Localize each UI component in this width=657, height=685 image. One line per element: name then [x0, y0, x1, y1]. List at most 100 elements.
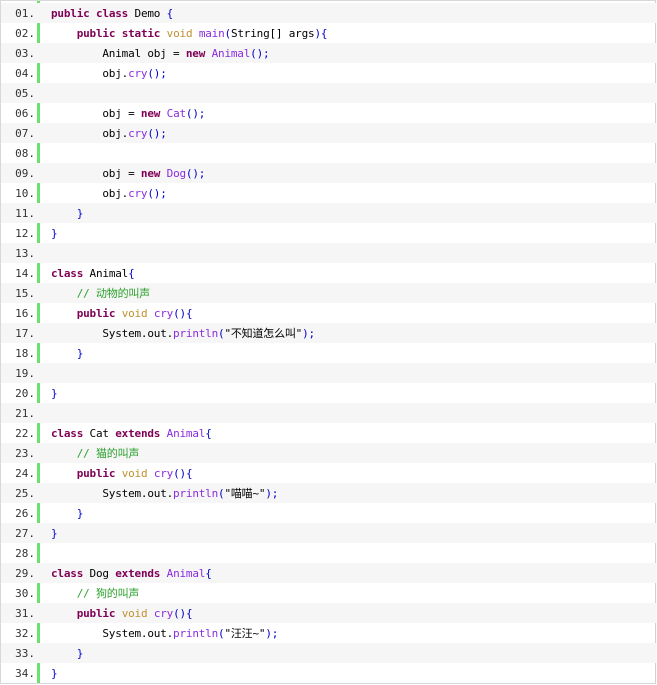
code-line: 25. System.out.println("喵喵~"); [1, 483, 656, 503]
code-token: cry [128, 186, 148, 200]
code-line: 14. class Animal{ [1, 263, 656, 283]
code-token: Animal obj = [51, 46, 186, 60]
code-token: main [198, 26, 225, 40]
code-token: } [76, 646, 84, 660]
code-token: extends [115, 566, 161, 580]
code-line: 07. obj.cry(); [1, 123, 656, 143]
code-token: class [51, 566, 84, 580]
code-line: 24. public void cry(){ [1, 463, 656, 483]
code-token: new [140, 106, 161, 120]
code-token: cry [128, 126, 148, 140]
line-number: 29. [15, 566, 35, 580]
code-line: 13. [1, 243, 656, 263]
code-line: 15. // 动物的叫声 [1, 283, 656, 303]
line-code: // 猫的叫声 [51, 445, 140, 461]
line-code: // 动物的叫声 [51, 285, 150, 301]
line-number: 33. [15, 646, 35, 660]
code-token: out. [147, 487, 174, 500]
code-line: 33. } [1, 643, 656, 663]
line-code: public class Demo { [51, 7, 173, 20]
code-token: ; [271, 487, 279, 500]
line-number: 32. [15, 626, 35, 640]
code-token: { [166, 6, 174, 20]
code-line: 19. [1, 363, 656, 383]
code-line: 09. obj = new Dog(); [1, 163, 656, 183]
code-block: 01. public class Demo {02. public static … [0, 0, 656, 684]
code-token: } [76, 346, 84, 360]
line-number: 08. [15, 146, 35, 160]
code-line: 18. } [1, 343, 656, 363]
code-token: new [185, 46, 206, 60]
line-number: 22. [15, 426, 35, 440]
code-token: new [140, 166, 161, 180]
line-number: 05. [15, 86, 35, 100]
code-token: } [51, 386, 58, 400]
code-token: void [166, 26, 193, 40]
line-number: 20. [15, 386, 35, 400]
code-line: 22. class Cat extends Animal{ [1, 423, 656, 443]
line-number: 30. [15, 586, 35, 600]
code-token: { [205, 566, 212, 580]
line-number: 19. [15, 366, 35, 380]
code-token: extends [115, 426, 161, 440]
code-token: cry [153, 466, 174, 480]
code-token: () [173, 466, 186, 480]
code-token: () [250, 46, 263, 60]
code-token: obj = [51, 106, 141, 120]
code-token: { [205, 426, 212, 440]
line-number: 16. [15, 306, 35, 320]
code-token: System. [51, 327, 148, 340]
code-line: 32. System.out.println("汪汪~"); [1, 623, 656, 643]
code-token: obj = [51, 166, 141, 180]
code-line: 17. System.out.println("不知道怎么叫"); [1, 323, 656, 343]
code-token: ; [160, 66, 167, 80]
code-token: () [147, 186, 161, 200]
code-token: void [121, 466, 148, 480]
line-number: 23. [15, 446, 35, 460]
code-token: } [76, 506, 84, 520]
code-token: ; [263, 46, 270, 60]
line-code: obj.cry(); [51, 66, 167, 80]
line-number: 11. [15, 206, 35, 220]
line-number: 14. [15, 266, 35, 280]
line-code: obj = new Dog(); [51, 167, 205, 180]
code-token: () [147, 126, 161, 140]
code-token: obj. [51, 126, 129, 140]
code-line: 11. } [1, 203, 656, 223]
line-number: 34. [15, 666, 35, 680]
code-token: obj. [51, 66, 129, 80]
code-line: 30. // 狗的叫声 [1, 583, 656, 603]
code-token: cry [153, 606, 174, 620]
line-code: } [51, 346, 84, 360]
code-line: 28. [1, 543, 656, 563]
code-token: { [185, 606, 193, 620]
code-token: Cat [166, 106, 186, 120]
code-token: Animal [166, 426, 206, 440]
code-token: class [95, 6, 129, 20]
code-token: public [51, 6, 90, 20]
code-token: } [76, 206, 84, 220]
code-token: println [173, 627, 219, 640]
code-token: ; [198, 106, 206, 120]
code-token: { [185, 466, 193, 480]
code-token: println [173, 327, 219, 340]
code-token: obj. [51, 186, 129, 200]
code-line: 04. obj.cry(); [1, 63, 656, 83]
code-token: class [51, 426, 84, 440]
line-number: 27. [15, 526, 35, 540]
line-number: 01. [15, 6, 35, 20]
code-token: Demo [128, 6, 167, 20]
code-line: 23. // 猫的叫声 [1, 443, 656, 463]
code-token: } [51, 666, 58, 680]
line-number: 18. [15, 346, 35, 360]
line-code: public void cry(){ [51, 307, 193, 320]
line-code: } [51, 386, 58, 400]
line-code: class Cat extends Animal{ [51, 427, 212, 440]
code-token: ; [308, 327, 316, 340]
code-token: } [51, 226, 58, 240]
code-token: Animal [166, 566, 206, 580]
